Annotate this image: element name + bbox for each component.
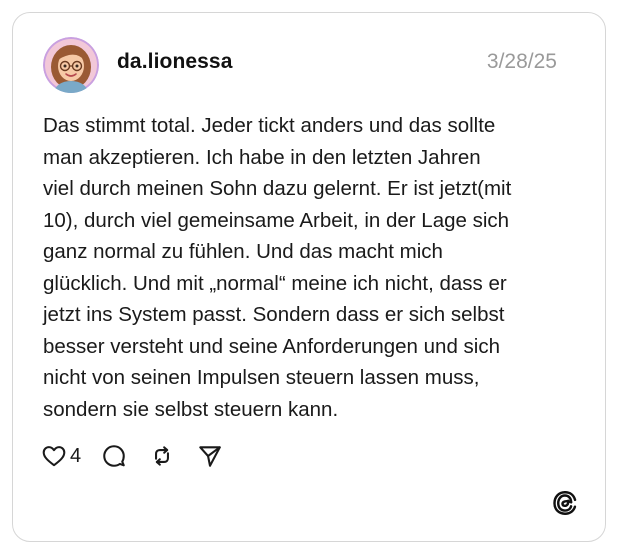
- repost-button[interactable]: [149, 443, 175, 469]
- post-text: Das stimmt total. Jeder tickt anders und…: [43, 110, 563, 425]
- threads-logo-icon[interactable]: [551, 489, 579, 517]
- like-button[interactable]: 4: [41, 443, 81, 469]
- reply-button[interactable]: [101, 443, 127, 469]
- post-text-line: jetzt ins System passt. Sondern dass er …: [43, 303, 505, 326]
- comment-bubble-icon: [103, 445, 125, 467]
- post-text-line: besser versteht und seine Anforderungen …: [43, 334, 500, 358]
- username[interactable]: da.lionessa: [117, 50, 232, 74]
- post-card: da.lionessa 3/28/25 Das stimmt total. Je…: [12, 12, 606, 542]
- avatar-image: [43, 37, 99, 93]
- like-count: 4: [70, 444, 82, 467]
- post-text-line: ganz normal zu fühlen. Und das macht mic…: [43, 240, 443, 263]
- avatar[interactable]: [43, 37, 99, 93]
- post-text-line: nicht von seinen Impulsen steuern lassen…: [43, 366, 480, 389]
- post-text-line: sondern sie selbst steuern kann.: [43, 397, 339, 421]
- send-icon: [199, 446, 221, 467]
- post-text-line: 10), durch viel gemeinsame Arbeit, in de…: [43, 208, 510, 232]
- share-button[interactable]: [197, 443, 223, 469]
- post-text-line: viel durch meinen Sohn dazu gelernt. Er …: [43, 177, 512, 200]
- post-text-line: glücklich. Und mit „normal“ meine ich ni…: [43, 271, 507, 295]
- repost-icon: [155, 446, 170, 466]
- post-text-line: man akzeptieren. Ich habe in den letzten…: [43, 145, 481, 169]
- post-text-line: Das stimmt total. Jeder tickt anders und…: [43, 114, 496, 137]
- post-actions: 4: [41, 441, 223, 471]
- heart-icon: [42, 446, 66, 467]
- post-timestamp: 3/28/25: [486, 50, 557, 73]
